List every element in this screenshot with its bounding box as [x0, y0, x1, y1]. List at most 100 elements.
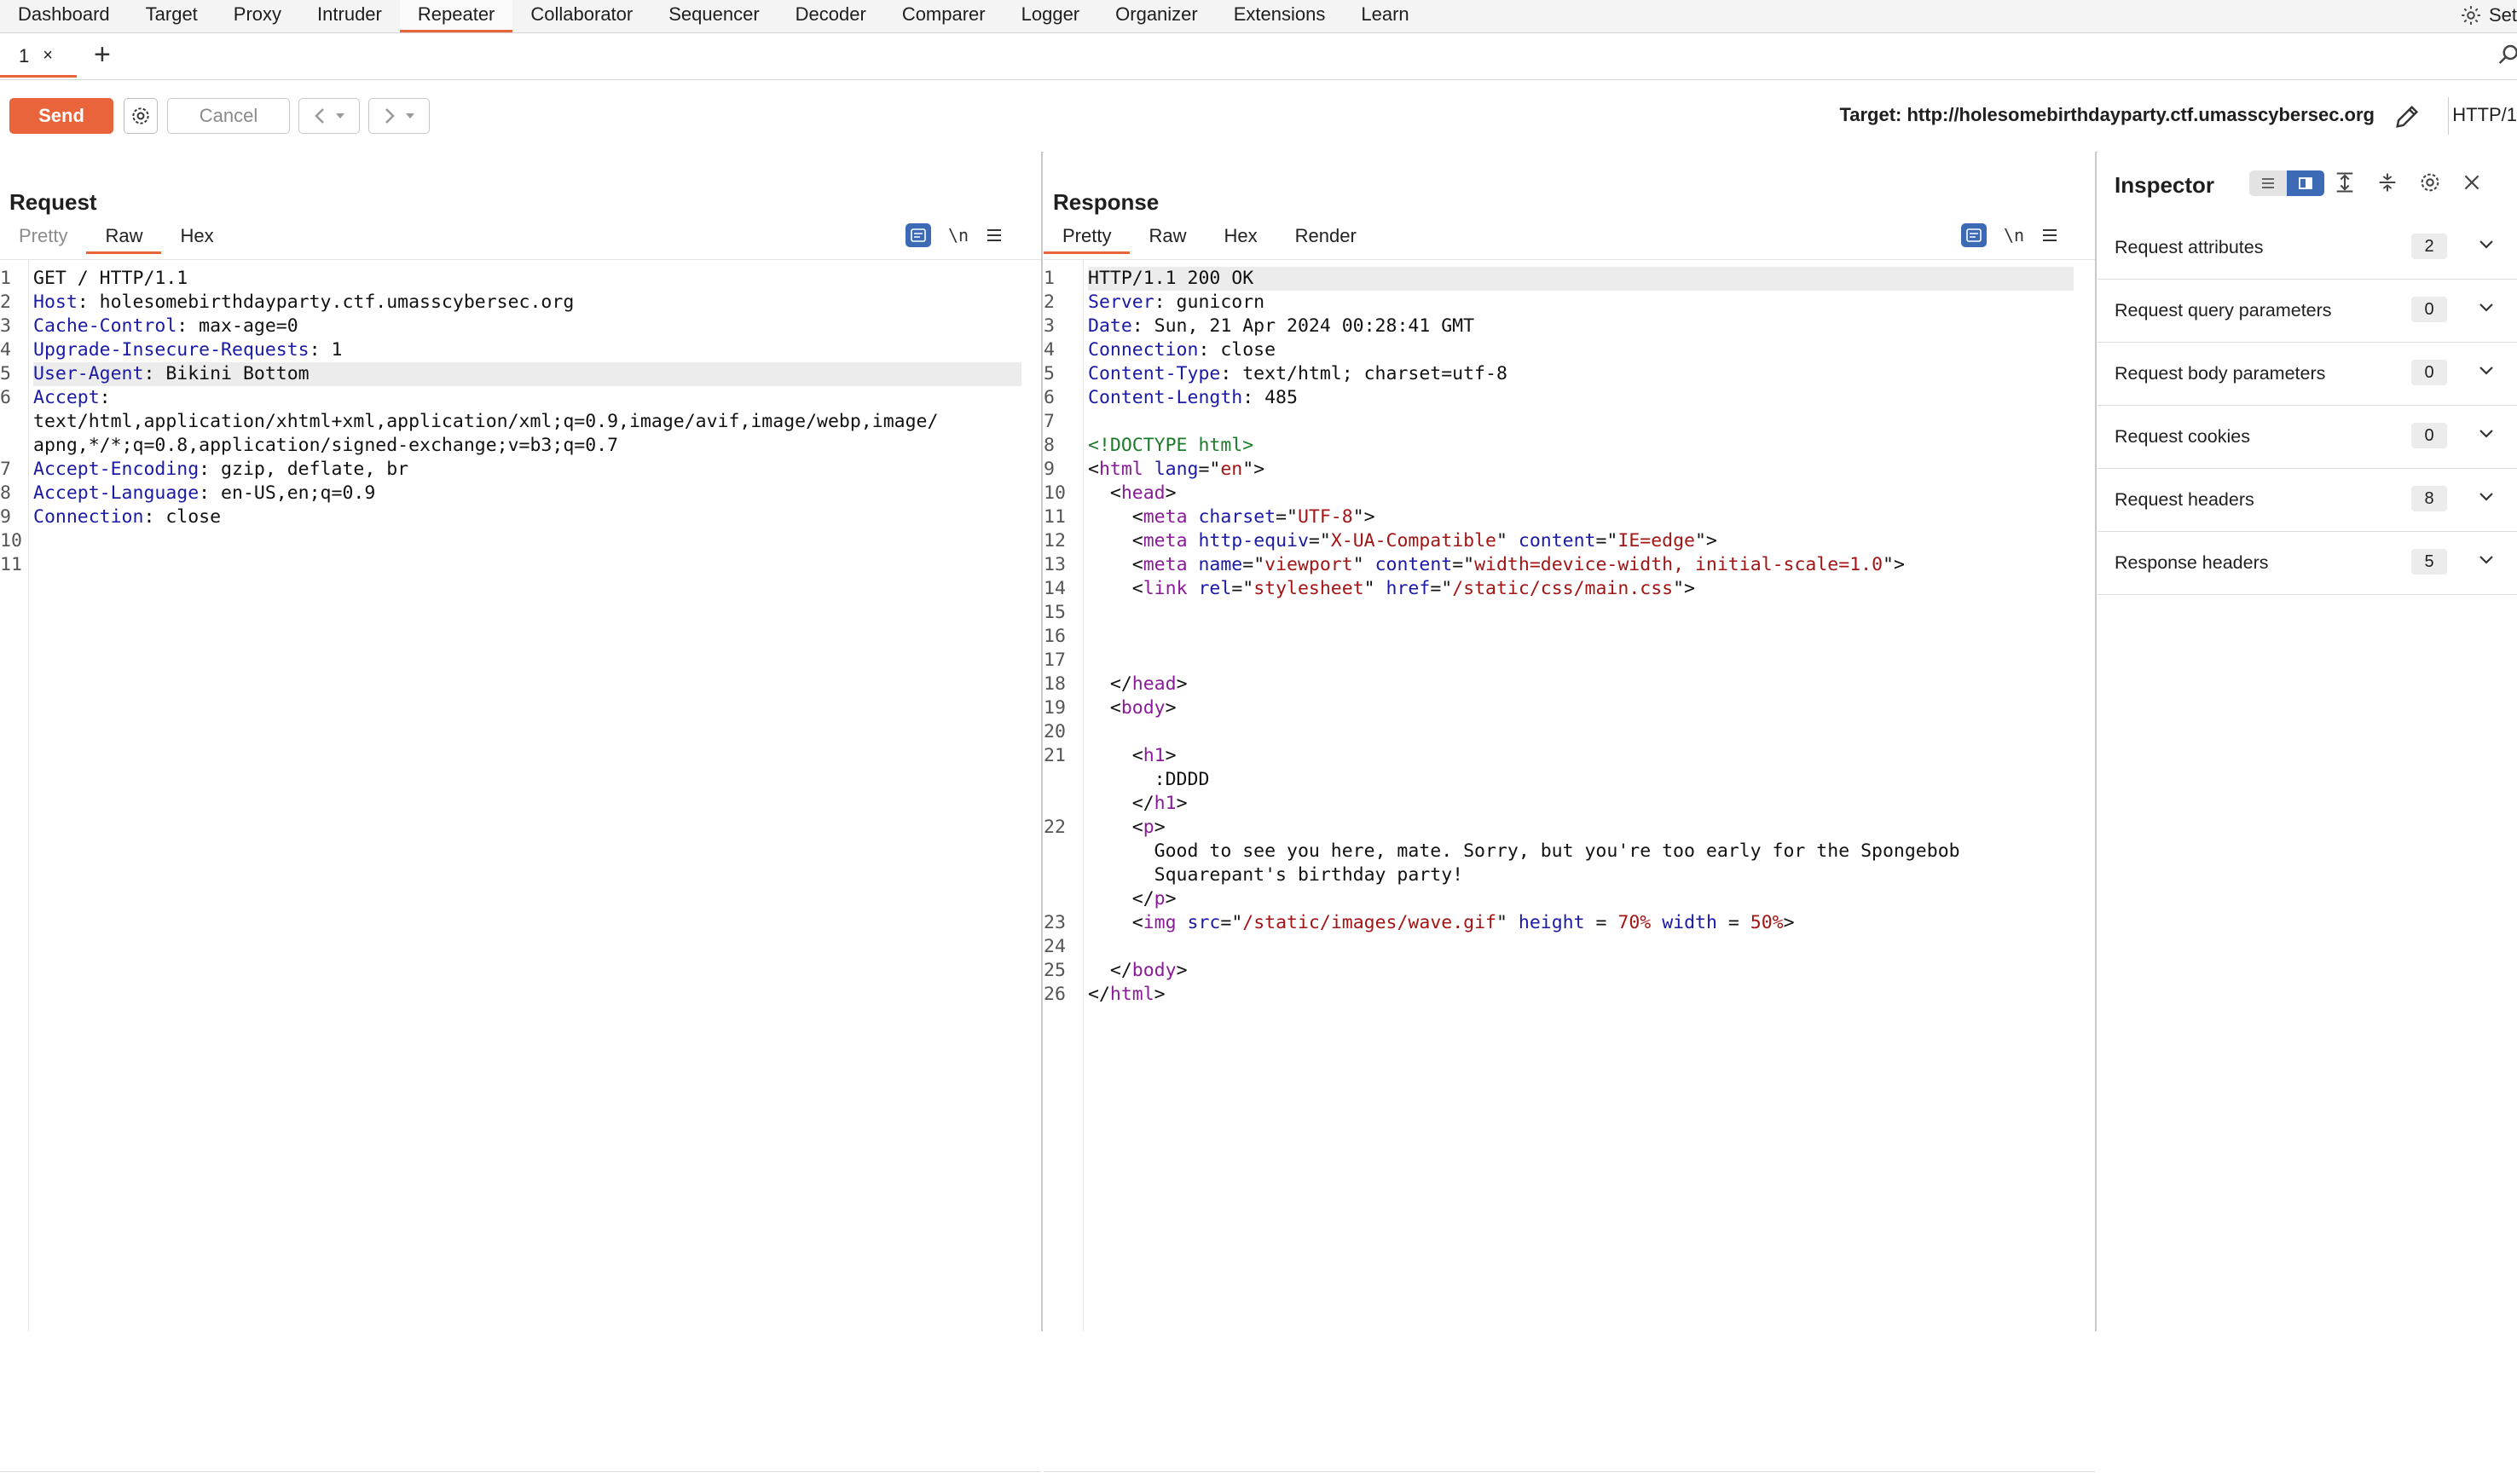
code-token: h1 — [1143, 745, 1166, 766]
chevron-down-icon[interactable] — [2478, 302, 2495, 314]
line-number: 12 — [1044, 530, 1066, 551]
menu-tab-logger[interactable]: Logger — [1004, 0, 1098, 30]
send-settings-button[interactable] — [124, 98, 158, 134]
response-tab-raw[interactable]: Raw — [1130, 220, 1205, 251]
menu-tab-comparer[interactable]: Comparer — [884, 0, 1004, 30]
code-token: link — [1143, 578, 1188, 599]
code-token: < — [1088, 697, 1121, 719]
chevron-down-icon[interactable] — [2478, 365, 2495, 377]
code-token: > — [1165, 482, 1177, 504]
inspector-section-request-body-parameters[interactable]: Request body parameters 0 — [2098, 343, 2517, 406]
inspector-section-request-cookies[interactable]: Request cookies 0 — [2098, 406, 2517, 469]
menu-tab-collaborator[interactable]: Collaborator — [512, 0, 651, 30]
gear-icon[interactable] — [2418, 170, 2442, 194]
response-tab-hex[interactable]: Hex — [1205, 220, 1276, 251]
inspector-section-response-headers[interactable]: Response headers 5 — [2098, 532, 2517, 595]
chevron-down-icon[interactable] — [335, 112, 345, 120]
previous-request-button[interactable] — [298, 98, 360, 134]
cancel-button[interactable]: Cancel — [167, 98, 290, 134]
close-icon[interactable] — [2461, 171, 2483, 193]
menu-tab-dashboard[interactable]: Dashboard — [0, 0, 128, 30]
menu-tab-repeater[interactable]: Repeater — [399, 0, 513, 32]
code-line: Good to see you here, mate. Sorry, but y… — [1044, 840, 2086, 863]
chevron-down-icon[interactable] — [405, 112, 415, 120]
response-tab-pretty[interactable]: Pretty — [1044, 220, 1131, 254]
menu-icon[interactable] — [986, 228, 1003, 243]
request-editor[interactable]: 1 GET / HTTP/1.1 2 Host: holesomebirthdaypa… — [0, 259, 1041, 1331]
line-number: 23 — [1044, 912, 1066, 933]
settings-button[interactable]: Set — [2460, 0, 2517, 31]
code-line: 4 Upgrade-Insecure-Requests: 1 — [0, 338, 1033, 362]
chevron-down-icon[interactable] — [2478, 491, 2495, 503]
code-token: 50% — [1750, 912, 1784, 933]
code-text: Upgrade-Insecure-Requests: 1 — [33, 338, 1021, 362]
request-title: Request — [9, 189, 97, 215]
request-tab-hex[interactable]: Hex — [161, 220, 232, 251]
code-text: </body> — [1088, 959, 2074, 983]
code-token: :DDDD — [1088, 769, 1210, 790]
show-newlines-toggle[interactable]: \n — [948, 225, 969, 245]
show-newlines-toggle[interactable]: \n — [2004, 225, 2024, 245]
send-button[interactable]: Send — [9, 98, 113, 134]
edit-target-pencil-icon[interactable] — [2393, 102, 2422, 131]
code-text: Date: Sun, 21 Apr 2024 00:28:41 GMT — [1088, 315, 2074, 338]
request-tab-raw[interactable]: Raw — [86, 220, 162, 254]
code-token: : Sun, 21 Apr 2024 00:28:41 GMT — [1131, 315, 1475, 337]
code-token: : 1 — [309, 339, 343, 361]
request-tab-pretty[interactable]: Pretty — [0, 220, 86, 251]
line-number: 20 — [1044, 721, 1066, 742]
response-tab-render[interactable]: Render — [1276, 220, 1375, 251]
code-text: Accept-Language: en-US,en;q=0.9 — [33, 482, 1021, 505]
menu-icon[interactable] — [2041, 228, 2058, 243]
line-number: 21 — [1044, 745, 1066, 766]
code-token: </ — [1088, 960, 1132, 981]
menu-tab-organizer[interactable]: Organizer — [1097, 0, 1216, 30]
chevron-down-icon[interactable] — [2478, 239, 2495, 251]
repeater-tab-1[interactable]: 1 × — [0, 37, 77, 78]
code-token: body — [1120, 697, 1166, 719]
chevron-down-icon[interactable] — [2478, 554, 2495, 566]
expand-all-icon[interactable] — [2333, 170, 2357, 194]
inspector-list-view-button[interactable] — [2249, 170, 2287, 196]
code-token: meta — [1143, 554, 1188, 575]
add-tab-button[interactable]: + — [94, 38, 111, 72]
inspector-section-request-attributes[interactable]: Request attributes 2 — [2098, 217, 2517, 280]
line-number: 17 — [1044, 650, 1066, 671]
code-text: apng,*/*;q=0.8,application/signed-exchan… — [33, 434, 1021, 458]
inspector-section-request-query-parameters[interactable]: Request query parameters 0 — [2098, 280, 2517, 343]
code-token: content — [1518, 530, 1596, 551]
code-line: 2 Server: gunicorn — [1044, 291, 2086, 315]
inspector-panel-view-button[interactable] — [2287, 170, 2324, 196]
code-token: p — [1154, 888, 1166, 909]
code-token: <!DOCTYPE html> — [1088, 435, 1254, 456]
wrap-lines-toggle[interactable] — [906, 223, 931, 247]
inspector-section-request-headers[interactable]: Request headers 8 — [2098, 469, 2517, 532]
code-text: :DDDD — [1088, 768, 2074, 792]
chevron-down-icon[interactable] — [2478, 428, 2495, 440]
menu-tab-intruder[interactable]: Intruder — [299, 0, 400, 30]
code-text: Content-Length: 485 — [1088, 386, 2074, 410]
wrap-lines-toggle[interactable] — [1961, 223, 1987, 247]
menu-tab-extensions[interactable]: Extensions — [1216, 0, 1344, 30]
code-token: name — [1198, 554, 1243, 575]
menu-tab-learn[interactable]: Learn — [1343, 0, 1426, 30]
menu-tab-sequencer[interactable]: Sequencer — [651, 0, 777, 30]
next-request-button[interactable] — [368, 98, 430, 134]
line-number: 10 — [1044, 482, 1066, 504]
menu-tab-proxy[interactable]: Proxy — [216, 0, 299, 30]
code-token: " — [1496, 530, 1519, 551]
code-line: 4 Connection: close — [1044, 338, 2086, 362]
close-tab-icon[interactable]: × — [43, 46, 53, 66]
menu-tab-decoder[interactable]: Decoder — [778, 0, 884, 30]
code-text: Good to see you here, mate. Sorry, but y… — [1088, 840, 2074, 863]
response-editor[interactable]: 1 HTTP/1.1 200 OK 2 Server: gunicorn 3 Date: … — [1044, 259, 2095, 1331]
http-version-label[interactable]: HTTP/1 — [2452, 104, 2517, 126]
menu-tab-target[interactable]: Target — [128, 0, 216, 30]
collapse-all-icon[interactable] — [2375, 170, 2399, 194]
response-pane: Response Pretty Raw Hex Render \n 1 HTTP/1.1… — [1044, 152, 2097, 1472]
line-number: 8 — [0, 482, 11, 504]
request-pane: Request Pretty Raw Hex \n 1 GET / HTTP/1.1 2… — [0, 152, 1043, 1472]
search-icon[interactable] — [2497, 42, 2517, 67]
